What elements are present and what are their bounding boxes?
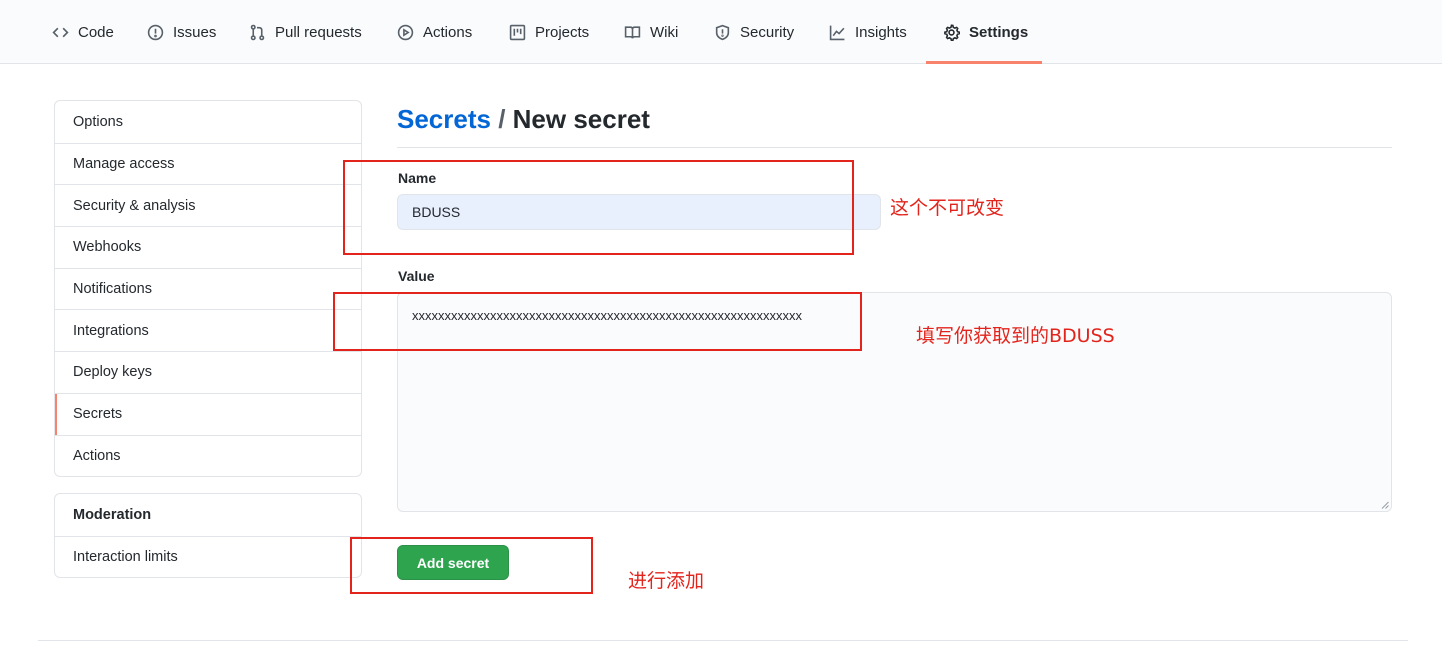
tab-pull-requests[interactable]: Pull requests	[249, 0, 362, 64]
tab-settings[interactable]: Settings	[943, 0, 1028, 64]
pull-request-icon	[250, 24, 265, 40]
gear-icon	[944, 23, 960, 41]
settings-menu: Options Manage access Security & analysi…	[54, 100, 362, 478]
sidebar-item-secrets[interactable]: Secrets	[55, 392, 361, 435]
tab-label: Settings	[969, 23, 1029, 41]
tab-issues[interactable]: Issues	[147, 0, 216, 64]
sidebar-item-interaction-limits[interactable]: Interaction limits	[55, 535, 361, 578]
annotation-box-button	[350, 537, 593, 594]
tab-label: Wiki	[650, 23, 679, 41]
tab-label: Projects	[535, 23, 590, 41]
resize-grip-icon[interactable]	[1381, 501, 1389, 509]
sidebar-item-integrations[interactable]: Integrations	[55, 309, 361, 351]
tab-label: Insights	[855, 23, 907, 41]
annotation-box-name	[343, 160, 854, 255]
annotation-box-value	[333, 292, 862, 351]
tab-label: Issues	[173, 23, 217, 41]
sidebar-item-notifications[interactable]: Notifications	[55, 267, 361, 310]
title-divider	[397, 147, 1392, 148]
tab-projects[interactable]: Projects	[509, 0, 589, 64]
tab-actions[interactable]: Actions	[397, 0, 472, 64]
title-current: New secret	[512, 104, 650, 134]
tab-label: Security	[740, 23, 795, 41]
sidebar-item-manage-access[interactable]: Manage access	[55, 142, 361, 185]
sidebar-item-security-analysis[interactable]: Security & analysis	[55, 184, 361, 226]
tab-insights[interactable]: Insights	[829, 0, 907, 64]
value-label: Value	[398, 268, 435, 284]
tab-label: Actions	[423, 23, 473, 41]
title-separator: /	[490, 104, 513, 134]
sidebar-item-deploy-keys[interactable]: Deploy keys	[55, 351, 361, 393]
project-icon	[509, 24, 526, 40]
secrets-breadcrumb-link[interactable]: Secrets	[397, 104, 491, 134]
page-title: Secrets / New secret	[397, 104, 650, 135]
annotation-value-note: 填写你获取到的BDUSS	[916, 325, 1115, 347]
moderation-heading: Moderation	[73, 506, 152, 523]
annotation-name-note: 这个不可改变	[890, 197, 1005, 219]
tab-wiki[interactable]: Wiki	[624, 0, 678, 64]
book-icon	[624, 25, 641, 38]
sidebar-item-options[interactable]: Options	[55, 101, 361, 143]
play-icon	[397, 24, 414, 40]
shield-icon	[715, 24, 730, 40]
repo-nav: Code Issues Pull requests Actions Projec…	[0, 0, 1442, 64]
issue-icon	[147, 24, 164, 40]
code-icon	[52, 27, 69, 37]
graph-icon	[829, 25, 845, 40]
sidebar-item-actions[interactable]: Actions	[55, 434, 361, 477]
moderation-menu: Moderation Interaction limits	[54, 493, 362, 579]
selected-tab-underline	[926, 61, 1042, 64]
tab-security[interactable]: Security	[714, 0, 794, 64]
tab-label: Code	[78, 23, 114, 41]
annotation-button-note: 进行添加	[628, 570, 705, 592]
footer-divider	[38, 640, 1408, 641]
sidebar-item-webhooks[interactable]: Webhooks	[55, 226, 361, 268]
tab-code[interactable]: Code	[52, 0, 114, 64]
tab-label: Pull requests	[275, 23, 362, 41]
